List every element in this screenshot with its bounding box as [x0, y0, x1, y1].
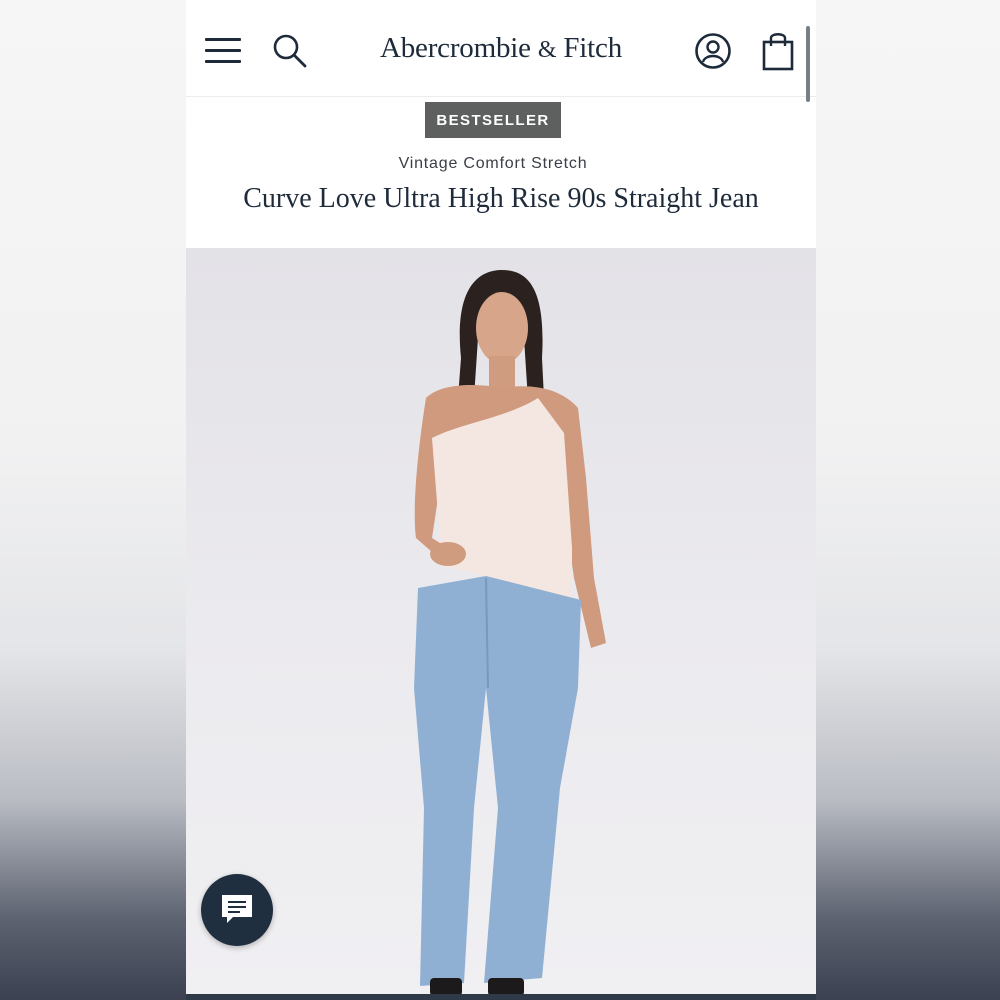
mobile-page: Abercrombie & Fitch BESTSELLER Vintage C…: [186, 0, 816, 1000]
bottom-bar: [186, 994, 816, 1000]
bestseller-badge: BESTSELLER: [425, 102, 561, 138]
brand-ampersand: &: [537, 37, 557, 63]
shopping-bag-icon[interactable]: [762, 30, 796, 72]
product-image[interactable]: [186, 248, 816, 996]
product-title: Curve Love Ultra High Rise 90s Straight …: [243, 183, 759, 214]
model-jeans: [414, 576, 581, 986]
brand-name-last: Fitch: [563, 32, 622, 64]
product-collection: Vintage Comfort Stretch: [398, 155, 588, 172]
account-icon[interactable]: [694, 32, 732, 70]
chat-button[interactable]: [201, 874, 273, 946]
site-header: Abercrombie & Fitch: [186, 0, 816, 102]
scrollbar[interactable]: [806, 26, 810, 102]
model-face: [476, 292, 528, 364]
chat-icon: [222, 895, 252, 923]
brand-name-first: Abercrombie: [379, 32, 531, 64]
